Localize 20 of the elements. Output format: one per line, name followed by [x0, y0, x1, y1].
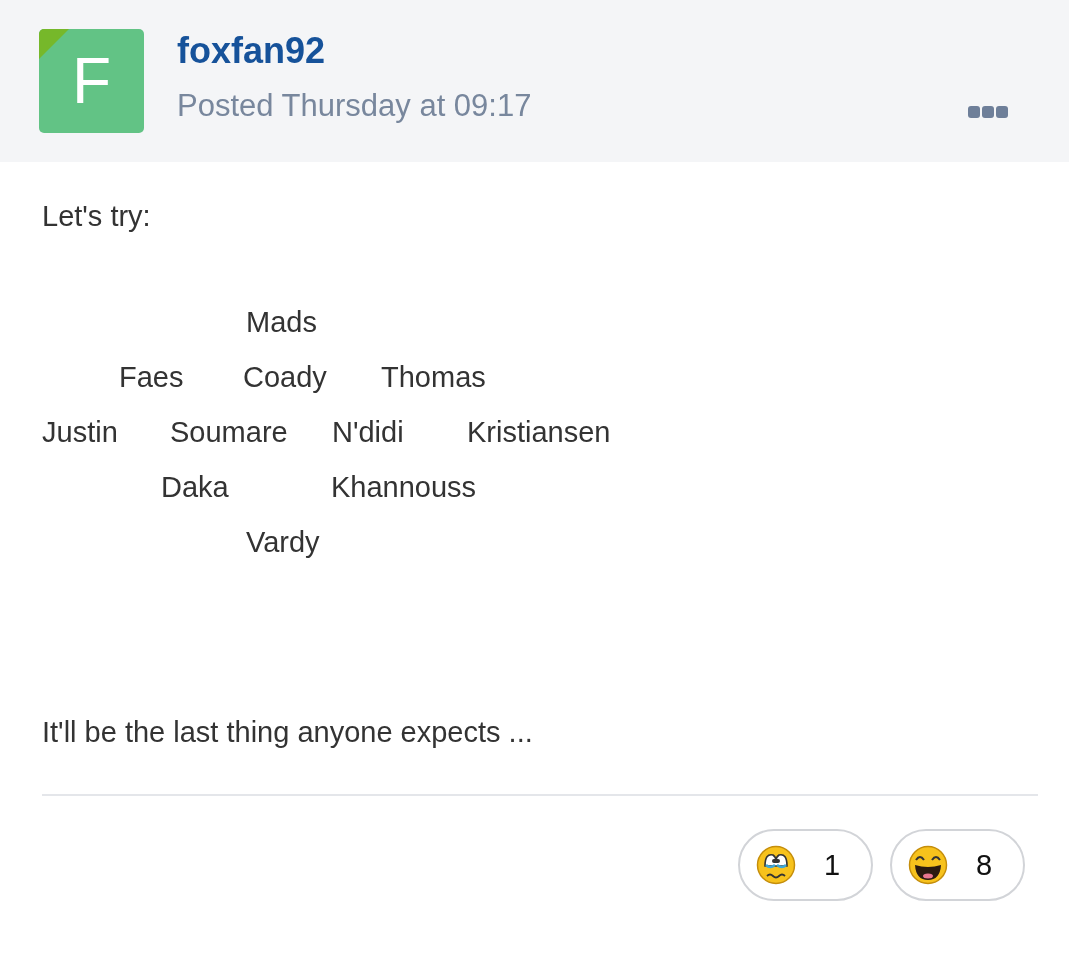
post-date: Posted Thursday at 09:17 [177, 88, 532, 124]
post-text: Let's try: [42, 200, 152, 233]
laughing-face-icon [908, 845, 948, 885]
reaction-button[interactable]: 1 [738, 829, 873, 901]
player-name: Khannouss [331, 471, 477, 504]
player-name: Soumare [170, 416, 288, 449]
username-link[interactable]: foxfan92 [177, 30, 326, 72]
reaction-button[interactable]: 8 [890, 829, 1025, 901]
more-options-icon[interactable] [968, 106, 1008, 118]
player-name: Kristiansen [467, 416, 611, 449]
player-name: Justin [42, 416, 118, 449]
post-text: It'll be the last thing anyone expects ... [42, 716, 534, 749]
player-name: Faes [119, 361, 184, 394]
player-name: Mads [246, 306, 317, 339]
player-name: Coady [243, 361, 327, 394]
player-name: Thomas [381, 361, 486, 394]
crying-face-icon [756, 845, 796, 885]
player-name: N'didi [332, 416, 404, 449]
player-name: Daka [161, 471, 229, 504]
player-name: Vardy [246, 526, 320, 559]
